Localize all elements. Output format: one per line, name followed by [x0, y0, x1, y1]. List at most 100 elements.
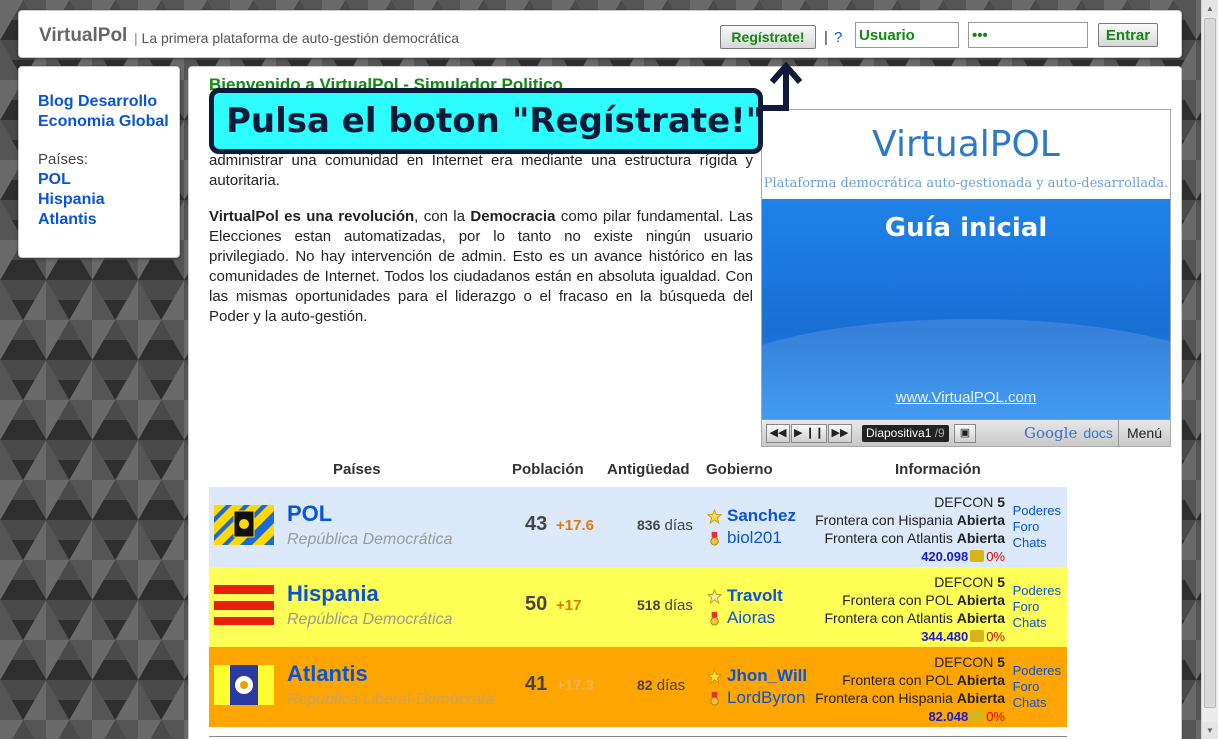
sidebar-country-atlantis[interactable]: Atlantis [38, 210, 179, 230]
tax-rate: 0% [986, 549, 1005, 564]
table-row-pol: POL República Democrática 43 +17.6 836 d… [209, 487, 1067, 567]
google-text: Google [1024, 424, 1078, 442]
fullscreen-icon[interactable]: ▣ [954, 424, 976, 443]
age-days: 836 [637, 517, 661, 533]
header-poblacion: Población [512, 461, 584, 478]
tutorial-callout: Pulsa el boton "Regístrate!" [209, 88, 763, 154]
intro-text-a: , con la [414, 208, 471, 225]
play-pause-button[interactable]: ▶ ❙❙ [791, 424, 827, 443]
help-link[interactable]: ? [834, 29, 842, 46]
flag-hispania-icon[interactable] [214, 585, 274, 625]
intro-paragraph-1: administrar una comunidad en Internet er… [209, 152, 753, 189]
intro-paragraph-2: VirtualPol es una revolución, con la Dem… [209, 207, 753, 327]
defcon-value: 5 [997, 494, 1005, 510]
link-foro[interactable]: Foro [1013, 519, 1061, 535]
defcon-value: 5 [997, 654, 1005, 670]
country-name-pol[interactable]: POL [287, 501, 332, 527]
sidebar-country-hispania[interactable]: Hispania [38, 190, 179, 210]
google-docs-logo[interactable]: Google docs [1024, 425, 1113, 442]
link-poderes[interactable]: Poderes [1013, 583, 1061, 599]
medal-icon [710, 691, 719, 706]
sidebar-link-blog[interactable]: Blog Desarrollo [38, 92, 179, 112]
slide-body: Guía inicial www.VirtualPOL.com [762, 199, 1170, 419]
slide-subtitle: Plataforma democrática auto-gestionada y… [763, 176, 1169, 191]
gov-leader[interactable]: Jhon_Will [727, 666, 807, 686]
scroll-up-icon[interactable]: ▲ [1202, 0, 1218, 17]
link-foro[interactable]: Foro [1013, 679, 1061, 695]
country-info: DEFCON 5 Frontera con Hispania Abierta F… [815, 493, 1005, 566]
star-icon [707, 508, 722, 524]
table-row-hispania: Hispania República Democrática 50 +17 51… [209, 567, 1067, 647]
link-chats[interactable]: Chats [1013, 695, 1061, 711]
border-2-state: Abierta [956, 690, 1005, 706]
scroll-down-icon[interactable]: ▼ [1202, 722, 1218, 739]
population: 50 [525, 593, 548, 615]
password-field[interactable] [968, 22, 1088, 48]
header-paises: Países [333, 461, 381, 478]
table-row-atlantis: Atlantis República Liberal-Demócrata 41 … [209, 647, 1067, 727]
main-panel: Bienvenido a VirtualPol - Simulador Poli… [188, 66, 1182, 739]
gov-deputy[interactable]: LordByron [727, 688, 805, 708]
header-gobierno: Gobierno [706, 461, 773, 478]
vertical-scrollbar[interactable]: ▲ ▼ [1201, 0, 1218, 739]
scroll-thumb[interactable] [1204, 18, 1216, 708]
medal-icon [710, 531, 719, 546]
age: 518 días [637, 597, 693, 614]
slideshow-embed[interactable]: VirtualPOL Plataforma democrática auto-g… [761, 109, 1171, 447]
star-outline-icon [707, 588, 722, 604]
gov-leader[interactable]: Travolt [727, 586, 783, 606]
border-1: Frontera con POL [842, 672, 953, 688]
link-chats[interactable]: Chats [1013, 615, 1061, 631]
age-unit: días [656, 677, 686, 694]
growth: +17 [556, 597, 582, 614]
sidebar: Blog Desarrollo Economia Global Países: … [18, 66, 180, 258]
table-bottom-divider [209, 736, 1067, 737]
gov-deputy[interactable]: Aioras [727, 608, 775, 628]
age-unit: días [664, 517, 693, 534]
border-1-state: Abierta [956, 592, 1005, 608]
gov-leader[interactable]: Sanchez [727, 506, 796, 526]
country-name-atlantis[interactable]: Atlantis [287, 661, 368, 687]
defcon-label: DEFCON [934, 654, 994, 670]
defcon-label: DEFCON [934, 574, 994, 590]
link-foro[interactable]: Foro [1013, 599, 1061, 615]
brand-logo[interactable]: VirtualPol [39, 25, 127, 47]
country-info: DEFCON 5 Frontera con POL Abierta Fronte… [815, 653, 1005, 726]
register-button[interactable]: Regístrate! [720, 25, 816, 49]
border-1: Frontera con POL [842, 592, 953, 608]
defcon-value: 5 [997, 574, 1005, 590]
treasury: 82.048 [928, 709, 969, 724]
login-button[interactable]: Entrar [1098, 23, 1158, 47]
age-days: 82 [637, 677, 653, 693]
prev-slide-button[interactable]: ◀◀ [766, 424, 790, 443]
treasury: 344.480 [921, 629, 969, 644]
callout-arrow-icon [758, 61, 803, 111]
username-field[interactable] [855, 22, 959, 48]
coins-icon [970, 630, 985, 642]
sidebar-country-pol[interactable]: POL [38, 170, 179, 190]
header-bar: VirtualPol | La primera plataforma de au… [18, 10, 1182, 58]
gov-deputy[interactable]: biol201 [727, 528, 782, 548]
slide-logo: VirtualPOL [762, 124, 1170, 165]
treasury: 420.098 [921, 549, 969, 564]
slide-menu-button[interactable]: Menú [1118, 420, 1170, 446]
slide-url-link[interactable]: www.VirtualPOL.com [762, 389, 1170, 406]
slide-logo-a: Virtual [872, 124, 990, 165]
link-poderes[interactable]: Poderes [1013, 663, 1061, 679]
link-chats[interactable]: Chats [1013, 535, 1061, 551]
intro-text-b: como pilar fundamental. Las Elecciones e… [209, 208, 753, 325]
medal-icon [710, 611, 719, 626]
star-icon [707, 668, 722, 684]
country-info: DEFCON 5 Frontera con POL Abierta Fronte… [824, 573, 1005, 646]
flag-pol-icon[interactable] [214, 505, 274, 545]
sidebar-link-economia[interactable]: Economia Global [38, 112, 179, 132]
link-poderes[interactable]: Poderes [1013, 503, 1061, 519]
population: 43 [525, 513, 548, 535]
flag-atlantis-icon[interactable] [214, 665, 274, 705]
slide-indicator[interactable]: Diapositiva1 /9 [862, 425, 949, 442]
slide-logo-b: POL [989, 124, 1060, 165]
country-name-hispania[interactable]: Hispania [287, 581, 379, 607]
divider: | [824, 29, 828, 46]
border-2-state: Abierta [956, 610, 1005, 626]
next-slide-button[interactable]: ▶▶ [828, 424, 852, 443]
